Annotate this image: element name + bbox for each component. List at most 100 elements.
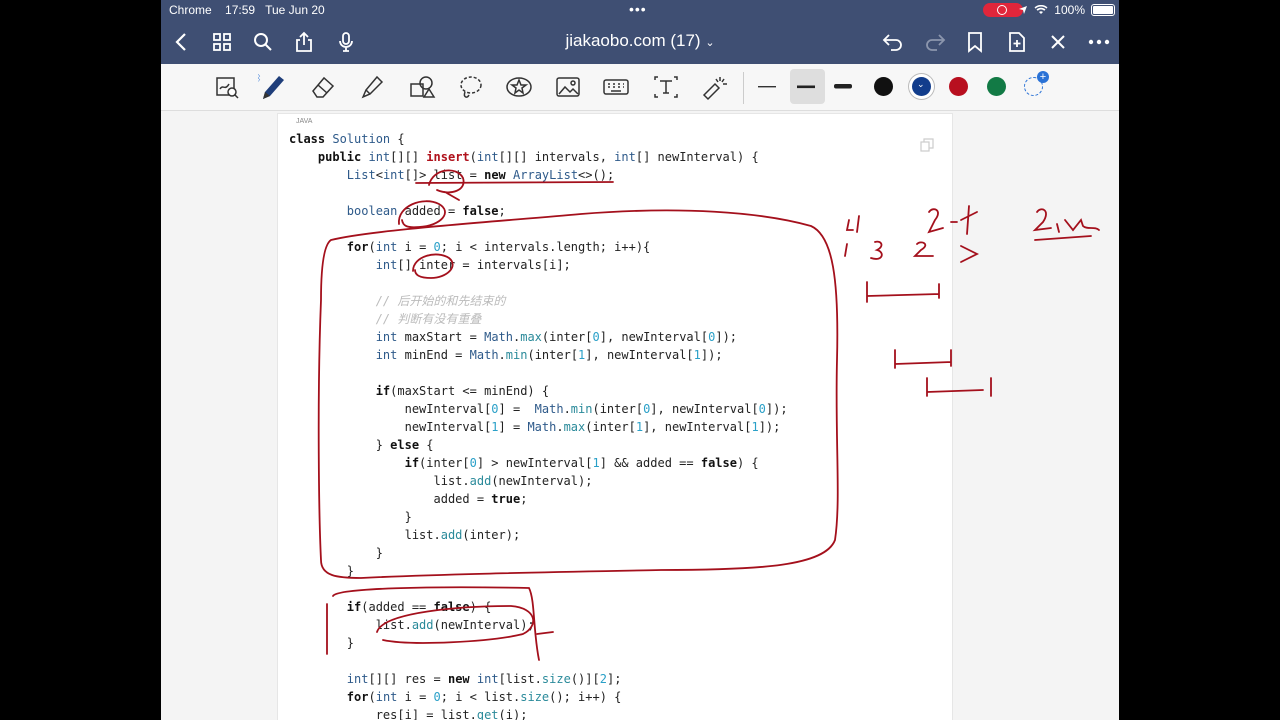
color-red-swatch[interactable]	[949, 77, 968, 96]
code-token: // 判断有没有重叠	[289, 312, 482, 326]
code-token: (newInterval);	[433, 618, 535, 632]
code-token: (i);	[498, 708, 528, 720]
code-token: ]);	[700, 348, 723, 362]
document-title-text: jiakaobo.com (17)	[565, 31, 701, 50]
shapes-icon[interactable]	[407, 72, 437, 102]
note-page[interactable]: JAVA class Solution { public int[][] ins…	[277, 113, 953, 720]
code-token: int	[476, 672, 499, 686]
code-token: .	[498, 348, 506, 362]
keyboard-icon[interactable]	[601, 72, 631, 102]
highlighter-icon[interactable]	[357, 72, 387, 102]
code-line: if(maxStart <= minEnd) {	[289, 382, 788, 400]
code-line: boolean added = false;	[289, 202, 788, 220]
status-bar: Chrome 17:59 Tue Jun 20 ••• 100%	[161, 0, 1119, 20]
code-token: if	[404, 456, 420, 470]
code-token: (); i++) {	[549, 690, 622, 704]
code-line: list.add(inter);	[289, 526, 788, 544]
code-token: ] && added ==	[599, 456, 701, 470]
code-token: size	[520, 690, 550, 704]
code-token: int	[375, 330, 405, 344]
battery-icon	[1091, 4, 1115, 16]
code-token: ], newInterval[	[585, 348, 694, 362]
close-tools-icon[interactable]	[1044, 28, 1072, 56]
text-icon[interactable]	[651, 72, 681, 102]
code-token: int	[476, 150, 499, 164]
add-page-icon[interactable]	[1003, 28, 1031, 56]
code-token: ;	[498, 204, 506, 218]
code-token: list.	[289, 528, 441, 542]
redo-icon[interactable]	[921, 28, 949, 56]
pen-icon[interactable]: ᛒ	[258, 72, 288, 102]
code-token: int	[375, 258, 398, 272]
code-token: ]);	[715, 330, 738, 344]
code-token: new	[484, 168, 514, 182]
bookmark-icon[interactable]	[961, 28, 989, 56]
lasso-icon[interactable]	[456, 72, 486, 102]
lasso-zoom-icon[interactable]	[212, 72, 242, 102]
code-token: add	[440, 528, 463, 542]
color-black-swatch[interactable]	[874, 77, 893, 96]
code-token: }	[289, 564, 355, 578]
code-token: ]);	[758, 420, 781, 434]
code-token: (	[469, 150, 477, 164]
image-icon[interactable]	[553, 72, 583, 102]
back-to-app-label[interactable]: Chrome	[169, 3, 212, 17]
code-token: 1	[751, 420, 759, 434]
code-token: added =	[404, 204, 463, 218]
drawing-toolbar: ᛒ ⌄ +	[161, 64, 1119, 111]
add-color-icon[interactable]: +	[1024, 71, 1049, 96]
eraser-icon[interactable]	[308, 72, 338, 102]
code-token: (	[368, 240, 376, 254]
svg-text:ᛒ: ᛒ	[258, 73, 261, 84]
more-icon[interactable]	[1085, 28, 1113, 56]
code-token: public	[317, 150, 369, 164]
code-token: ] =	[498, 420, 528, 434]
code-token: get	[476, 708, 499, 720]
code-token: {	[390, 132, 405, 146]
code-token: false	[433, 600, 470, 614]
laser-pointer-icon[interactable]	[700, 72, 730, 102]
code-token: <>();	[578, 168, 615, 182]
multitask-dots-icon[interactable]: •••	[629, 1, 647, 17]
toolbar-divider	[743, 72, 744, 104]
code-line: res[i] = list.get(i);	[289, 706, 788, 720]
code-line: int maxStart = Math.max(inter[0], newInt…	[289, 328, 788, 346]
code-line: }	[289, 508, 788, 526]
code-token: Math	[534, 402, 564, 416]
battery-percent: 100%	[1054, 3, 1085, 17]
code-token: Math	[484, 330, 513, 344]
code-token: []> list =	[404, 168, 485, 182]
code-language-label: JAVA	[296, 118, 313, 125]
code-line: for(int i = 0; i < list.size(); i++) {	[289, 688, 788, 706]
code-token: (newInterval);	[491, 474, 593, 488]
code-token: max	[563, 420, 586, 434]
color-green-swatch[interactable]	[987, 77, 1006, 96]
location-icon	[1019, 6, 1028, 14]
stroke-thick-icon[interactable]	[830, 72, 860, 102]
stroke-thin-icon[interactable]	[754, 72, 784, 102]
code-token: 0	[433, 690, 441, 704]
code-token: for	[346, 690, 369, 704]
code-token: (inter[	[585, 420, 636, 434]
code-token: newInterval[	[289, 420, 492, 434]
sticker-icon[interactable]	[504, 72, 534, 102]
code-token: 1	[491, 420, 499, 434]
code-token: (added ==	[361, 600, 434, 614]
copy-icon[interactable]	[920, 138, 934, 157]
color-blue-swatch[interactable]: ⌄	[912, 77, 931, 96]
code-token: Math	[527, 420, 557, 434]
undo-icon[interactable]	[879, 28, 907, 56]
code-token: new	[447, 672, 477, 686]
code-token: false	[462, 204, 499, 218]
code-token: // 后开始的和先结束的	[289, 294, 506, 308]
code-token: false	[700, 456, 737, 470]
code-token: if	[346, 600, 362, 614]
screen-recording-icon[interactable]	[983, 3, 1023, 17]
stroke-medium-icon[interactable]	[790, 69, 825, 104]
code-token: min	[505, 348, 528, 362]
